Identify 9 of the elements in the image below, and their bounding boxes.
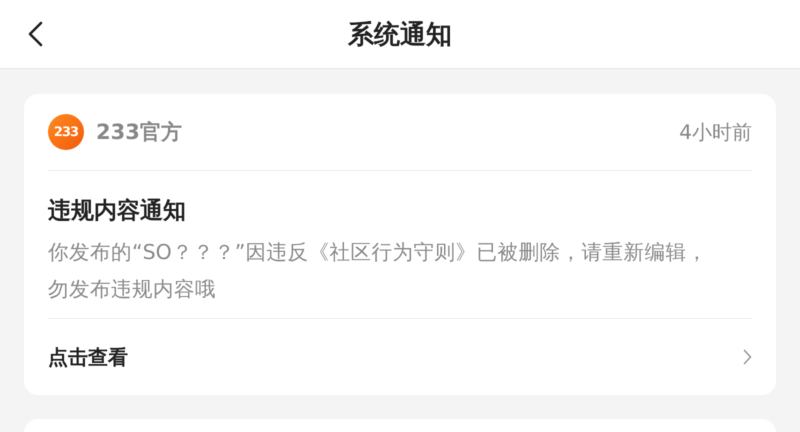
view-link[interactable]: 点击查看 (48, 319, 752, 395)
notification-title: 违规内容通知 (48, 197, 187, 226)
chevron-icon (743, 349, 752, 365)
back-icon (27, 21, 43, 47)
logo-icon: 233 (48, 114, 84, 150)
sender-name: 233官方 (96, 119, 183, 146)
page-title: 系统通知 (348, 18, 452, 52)
notification-body: 你发布的“SO？？？”因违反《社区行为守则》已被删除，请重新编辑，勿发布违规内容哦 (48, 234, 752, 319)
timestamp: 4小时前 (679, 118, 752, 146)
